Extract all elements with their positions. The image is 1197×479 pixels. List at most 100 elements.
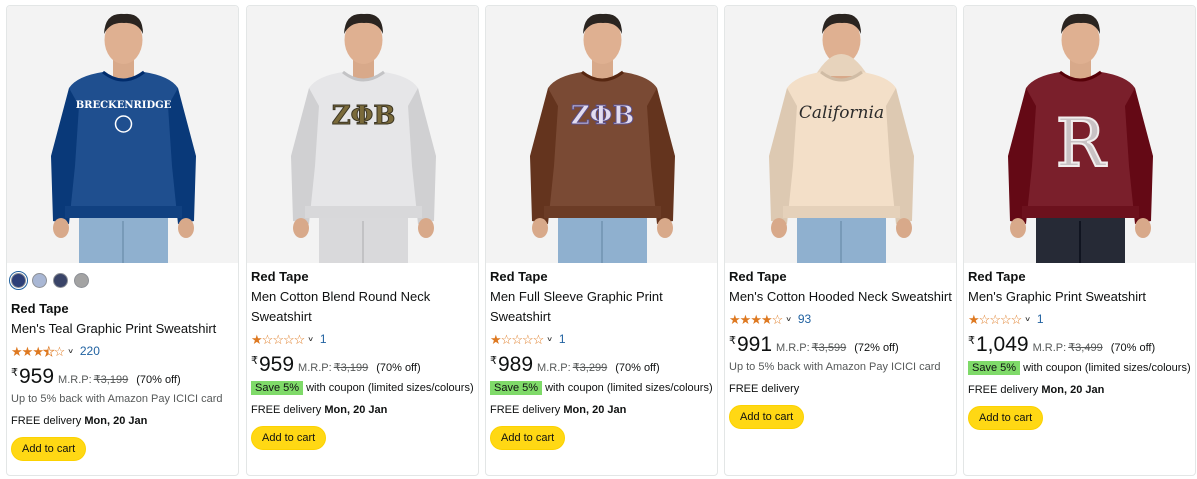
right-hand: [418, 218, 434, 238]
price-row: ₹ 959 M.R.P: ₹3,199 (70% off): [251, 354, 474, 376]
discount-percent: (70% off): [1110, 342, 1156, 354]
star-icon: ☆: [771, 311, 784, 327]
product-title[interactable]: Men Cotton Blend Round Neck Sweatshirt: [251, 287, 474, 327]
star-icon: ★: [251, 331, 263, 347]
chevron-down-icon[interactable]: ∨: [67, 347, 74, 355]
delivery-prefix: FREE delivery: [490, 404, 561, 416]
star-icon: ★: [750, 311, 762, 327]
product-card[interactable]: ΖΦΒ Red Tape Men Full Sleeve Graphic Pri…: [485, 5, 718, 476]
color-swatch[interactable]: [32, 273, 47, 288]
mrp-label: M.R.P:: [1032, 342, 1067, 354]
coupon-offer: Save 5% with coupon (limited sizes/colou…: [251, 380, 474, 396]
price-row: ₹ 989 M.R.P: ₹3,299 (70% off): [490, 354, 713, 376]
coupon-offer: Save 5% with coupon (limited sizes/colou…: [968, 360, 1191, 376]
waistband: [1022, 206, 1139, 218]
rating-row: ★ ☆ ☆ ☆ ☆ ∨ 1: [251, 330, 474, 348]
add-to-cart-button[interactable]: Add to cart: [251, 426, 327, 450]
star-rating[interactable]: ★ ☆ ☆ ☆ ☆: [251, 331, 306, 347]
left-hand: [293, 218, 309, 238]
star-icon: ☆: [282, 331, 295, 347]
sweatshirt-body: [544, 72, 661, 216]
rating-count[interactable]: 1: [320, 332, 327, 346]
coupon-badge: Save 5%: [968, 361, 1021, 375]
print-graphic: California: [799, 103, 884, 123]
star-rating[interactable]: ★ ☆ ☆ ☆ ☆: [968, 311, 1023, 327]
discount-percent: (70% off): [136, 374, 181, 386]
waistband: [783, 206, 900, 218]
mrp-value: ₹3,199: [333, 362, 369, 374]
chevron-down-icon[interactable]: ∨: [1024, 315, 1031, 323]
star-icon: ★: [42, 343, 55, 359]
right-hand: [1135, 218, 1151, 238]
sweatshirt-body: [65, 72, 182, 216]
product-image[interactable]: R: [964, 6, 1195, 263]
price-row: ₹ 1,049 M.R.P: ₹3,499 (70% off): [968, 334, 1191, 356]
delivery-date: Mon, 20 Jan: [563, 404, 627, 416]
delivery-info: FREE delivery: [729, 381, 952, 397]
star-icon: ★: [739, 311, 752, 327]
star-icon: ☆: [521, 331, 534, 347]
color-swatches: [9, 271, 234, 290]
star-rating[interactable]: ★ ★ ★ ★ ☆: [729, 311, 784, 327]
chevron-down-icon[interactable]: ∨: [785, 315, 792, 323]
price-row: ₹ 991 M.R.P: ₹3,599 (72% off): [729, 334, 952, 356]
currency-symbol: ₹: [251, 355, 258, 367]
product-title[interactable]: Men's Graphic Print Sweatshirt: [968, 287, 1191, 307]
sweatshirt-body: [305, 72, 422, 216]
star-icon: ☆: [978, 311, 991, 327]
star-icon: ★: [11, 343, 23, 359]
product-card[interactable]: R Red Tape Men's Graphic Print Sweatshir…: [963, 5, 1196, 476]
delivery-date: Mon, 20 Jan: [1041, 384, 1105, 396]
rating-row: ★ ☆ ☆ ☆ ☆ ∨ 1: [490, 330, 713, 348]
delivery-prefix: FREE delivery: [11, 415, 82, 427]
waistband: [305, 206, 422, 218]
price-row: ₹ 959 M.R.P: ₹3,199 (70% off): [11, 366, 234, 388]
add-to-cart-button[interactable]: Add to cart: [968, 406, 1044, 430]
add-to-cart-button[interactable]: Add to cart: [11, 437, 87, 461]
right-hand: [896, 218, 912, 238]
chevron-down-icon[interactable]: ∨: [546, 335, 553, 343]
print-graphic: ΖΦΒ: [332, 101, 396, 131]
add-to-cart-button[interactable]: Add to cart: [729, 405, 805, 429]
product-image[interactable]: California: [725, 6, 956, 263]
star-rating[interactable]: ★ ★ ★ ★ ☆: [11, 343, 65, 359]
star-icon: ☆: [293, 331, 306, 347]
product-title[interactable]: Men's Teal Graphic Print Sweatshirt: [11, 319, 234, 339]
delivery-info: FREE delivery Mon, 20 Jan: [11, 413, 234, 429]
chevron-down-icon[interactable]: ∨: [307, 335, 314, 343]
left-hand: [53, 218, 69, 238]
product-image[interactable]: ΖΦΒ: [486, 6, 717, 263]
coupon-text: with coupon (limited sizes/colours): [545, 382, 713, 394]
product-card[interactable]: BRECKENRIDGE Red Tape Men's Teal Graphic…: [6, 5, 239, 476]
left-hand: [771, 218, 787, 238]
delivery-prefix: FREE delivery: [251, 404, 322, 416]
currency-symbol: ₹: [490, 355, 497, 367]
rating-row: ★ ☆ ☆ ☆ ☆ ∨ 1: [968, 310, 1191, 328]
color-swatch[interactable]: [74, 273, 89, 288]
product-title[interactable]: Men Full Sleeve Graphic Print Sweatshirt: [490, 287, 713, 327]
price: 959: [259, 353, 295, 376]
star-rating[interactable]: ★ ☆ ☆ ☆ ☆: [490, 331, 544, 347]
star-icon: ★: [729, 311, 741, 327]
color-swatch[interactable]: [9, 271, 28, 290]
color-swatch[interactable]: [53, 273, 68, 288]
price: 1,049: [976, 333, 1029, 356]
product-image[interactable]: BRECKENRIDGE: [7, 6, 238, 263]
delivery-prefix: FREE delivery: [729, 383, 800, 395]
product-card[interactable]: California Red Tape Men's Cotton Hooded …: [724, 5, 957, 476]
product-card[interactable]: ΖΦΒ Red Tape Men Cotton Blend Round Neck…: [246, 5, 479, 476]
add-to-cart-button[interactable]: Add to cart: [490, 426, 566, 450]
mrp-value: ₹3,299: [572, 362, 608, 374]
product-title[interactable]: Men's Cotton Hooded Neck Sweatshirt: [729, 287, 952, 307]
rating-count[interactable]: 1: [559, 332, 566, 346]
rating-count[interactable]: 93: [798, 312, 811, 326]
rating-count[interactable]: 1: [1037, 312, 1044, 326]
delivery-info: FREE delivery Mon, 20 Jan: [490, 402, 713, 418]
waistband: [65, 206, 182, 218]
rating-count[interactable]: 220: [80, 344, 100, 358]
mrp-label: M.R.P:: [298, 362, 332, 374]
star-icon: ☆: [1010, 311, 1023, 327]
star-icon: ☆: [500, 331, 513, 347]
product-image[interactable]: ΖΦΒ: [247, 6, 478, 263]
rating-row: ★ ★ ★ ★ ☆ ∨ 220: [11, 342, 234, 360]
